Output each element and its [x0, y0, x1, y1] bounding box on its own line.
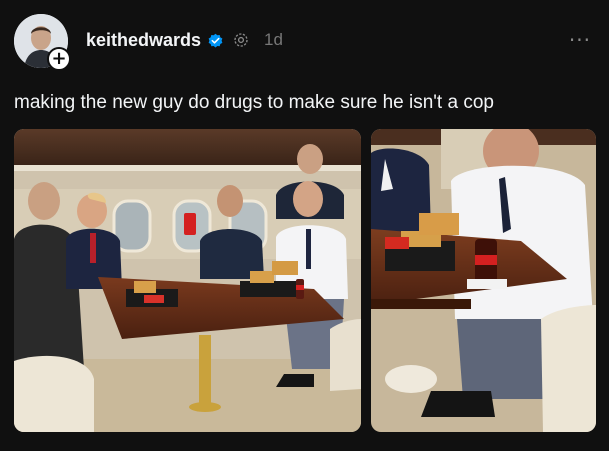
verified-badge-icon — [208, 33, 223, 48]
thread-icon — [234, 33, 248, 47]
post-header: + keithedwards 1d ··· — [14, 14, 595, 71]
follow-badge[interactable]: + — [47, 47, 71, 71]
more-options-icon[interactable]: ··· — [569, 28, 591, 52]
post-timestamp: 1d — [264, 30, 283, 49]
post-caption: making the new guy do drugs to make sure… — [14, 92, 494, 113]
post-image-2[interactable] — [371, 129, 596, 432]
username[interactable]: keithedwards — [86, 30, 201, 51]
author-meta: keithedwards 1d — [86, 28, 283, 52]
avatar-container[interactable]: + — [14, 14, 71, 71]
post-image-1[interactable] — [14, 129, 361, 432]
